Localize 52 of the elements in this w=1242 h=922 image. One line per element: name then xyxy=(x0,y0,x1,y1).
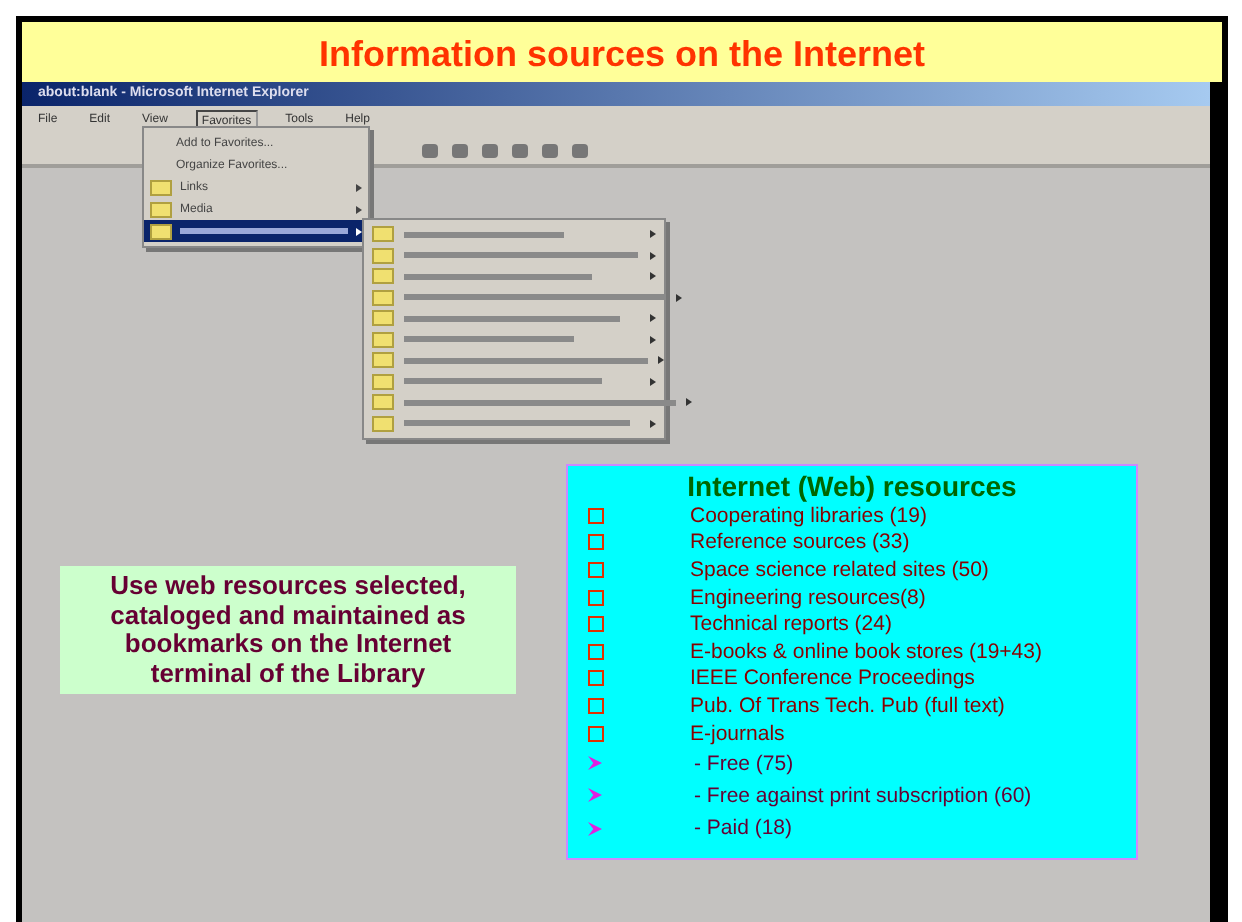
folder-icon xyxy=(372,415,394,432)
resource-item: Pub. Of Trans Tech. Pub (full text) xyxy=(690,693,1005,718)
folder-icon xyxy=(372,331,394,348)
checkbox-bullet-icon xyxy=(588,725,604,742)
resource-item: - Paid (18) xyxy=(694,816,793,841)
checkbox-bullet-icon xyxy=(588,643,604,660)
submenu-arrow-icon xyxy=(650,314,656,323)
folder-icon xyxy=(372,373,394,390)
resource-item: Engineering resources(8) xyxy=(690,585,926,610)
arrow-bullet-icon xyxy=(588,788,602,803)
folder-icon xyxy=(150,179,172,195)
resource-item: Reference sources (33) xyxy=(690,530,910,555)
note-text: Use web resources selected, cataloged and maintained as bookmarks on the Internet terminal of the Library xyxy=(60,566,516,694)
submenu-arrow-icon xyxy=(658,356,664,365)
folder-icon xyxy=(372,352,394,369)
menu-entry[interactable] xyxy=(144,220,368,242)
submenu-arrow-icon xyxy=(650,377,656,386)
submenu-arrow-icon xyxy=(650,419,656,428)
checkbox-bullet-icon xyxy=(588,534,604,551)
resource-item: E-books & online book stores (19+43) xyxy=(690,639,1042,664)
resource-item: - Free (75) xyxy=(694,751,794,776)
submenu-arrow-icon xyxy=(650,230,656,239)
checkbox-bullet-icon xyxy=(588,697,604,714)
submenu-arrow-icon xyxy=(650,272,656,281)
submenu-arrow-icon xyxy=(356,183,362,191)
checkbox-bullet-icon xyxy=(588,561,604,578)
resource-item: IEEE Conference Proceedings xyxy=(690,666,975,691)
arrow-bullet-icon xyxy=(588,821,602,836)
folder-icon xyxy=(150,201,172,217)
folder-icon xyxy=(150,223,172,239)
resources-heading: Internet (Web) resources xyxy=(685,470,1019,502)
folder-icon xyxy=(372,394,394,411)
resource-item: - Free against print subscription (60) xyxy=(694,783,1032,808)
resource-item: E-journals xyxy=(690,721,785,746)
checkbox-bullet-icon xyxy=(588,507,604,524)
submenu-arrow-icon xyxy=(676,293,682,302)
submenu-arrow-icon xyxy=(686,398,692,407)
folder-icon xyxy=(372,247,394,264)
resource-item: Technical reports (24) xyxy=(690,612,892,637)
checkbox-bullet-icon xyxy=(588,589,604,606)
arrow-bullet-icon xyxy=(588,756,602,771)
folder-icon xyxy=(372,289,394,306)
folder-icon xyxy=(372,268,394,285)
submenu-arrow-icon xyxy=(650,335,656,344)
checkbox-bullet-icon xyxy=(588,616,604,633)
resource-item: Cooperating libraries (19) xyxy=(690,503,927,528)
folder-icon xyxy=(372,310,394,327)
folder-icon xyxy=(372,226,394,243)
slide-title: Information sources on the Internet xyxy=(16,16,1228,82)
checkbox-bullet-icon xyxy=(588,670,604,687)
resource-item: Space science related sites (50) xyxy=(690,557,989,582)
submenu-arrow-icon xyxy=(650,251,656,260)
